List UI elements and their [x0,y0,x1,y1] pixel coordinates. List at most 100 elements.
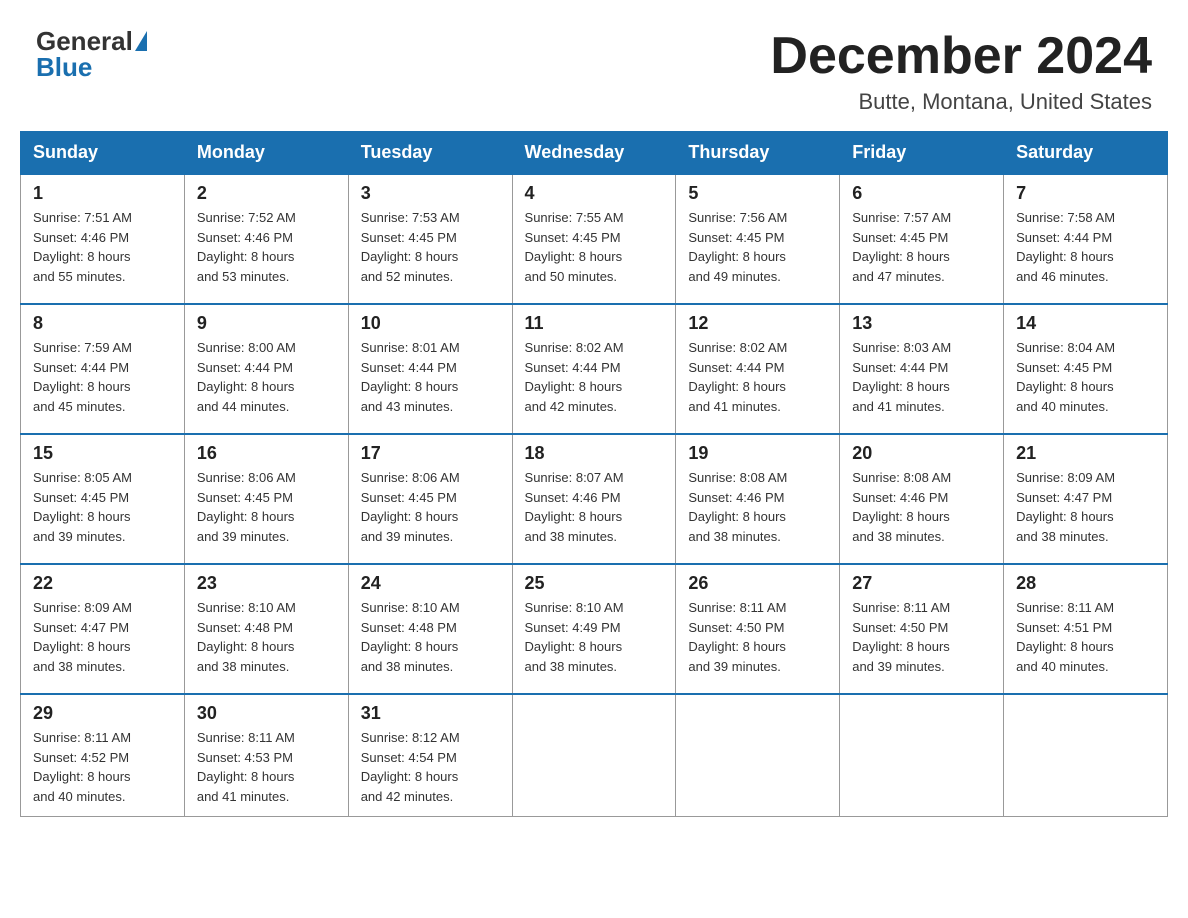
cell-date: 8 [33,313,172,334]
logo-text: General [36,28,149,54]
title-section: December 2024 Butte, Montana, United Sta… [770,28,1152,115]
cell-date: 30 [197,703,336,724]
cell-date: 4 [525,183,664,204]
table-row: 5 Sunrise: 7:56 AM Sunset: 4:45 PM Dayli… [676,174,840,304]
month-title: December 2024 [770,28,1152,85]
table-row [512,694,676,817]
cell-date: 15 [33,443,172,464]
cell-info: Sunrise: 7:56 AM Sunset: 4:45 PM Dayligh… [688,208,827,286]
cell-info: Sunrise: 8:11 AM Sunset: 4:50 PM Dayligh… [688,598,827,676]
cell-info: Sunrise: 7:58 AM Sunset: 4:44 PM Dayligh… [1016,208,1155,286]
logo-triangle-icon [135,31,147,51]
cell-info: Sunrise: 8:02 AM Sunset: 4:44 PM Dayligh… [688,338,827,416]
cell-info: Sunrise: 7:57 AM Sunset: 4:45 PM Dayligh… [852,208,991,286]
cell-info: Sunrise: 7:51 AM Sunset: 4:46 PM Dayligh… [33,208,172,286]
cell-date: 24 [361,573,500,594]
cell-date: 7 [1016,183,1155,204]
table-row [840,694,1004,817]
cell-info: Sunrise: 7:53 AM Sunset: 4:45 PM Dayligh… [361,208,500,286]
location-title: Butte, Montana, United States [770,89,1152,115]
cell-date: 19 [688,443,827,464]
cell-info: Sunrise: 8:11 AM Sunset: 4:52 PM Dayligh… [33,728,172,806]
logo-general-text: General [36,28,133,54]
table-row: 15 Sunrise: 8:05 AM Sunset: 4:45 PM Dayl… [21,434,185,564]
cell-info: Sunrise: 7:59 AM Sunset: 4:44 PM Dayligh… [33,338,172,416]
cell-info: Sunrise: 8:09 AM Sunset: 4:47 PM Dayligh… [33,598,172,676]
logo: General Blue [36,28,149,80]
table-row: 14 Sunrise: 8:04 AM Sunset: 4:45 PM Dayl… [1004,304,1168,434]
header-thursday: Thursday [676,132,840,175]
cell-info: Sunrise: 8:10 AM Sunset: 4:49 PM Dayligh… [525,598,664,676]
table-row: 4 Sunrise: 7:55 AM Sunset: 4:45 PM Dayli… [512,174,676,304]
table-row [1004,694,1168,817]
table-row: 7 Sunrise: 7:58 AM Sunset: 4:44 PM Dayli… [1004,174,1168,304]
cell-date: 16 [197,443,336,464]
table-row: 13 Sunrise: 8:03 AM Sunset: 4:44 PM Dayl… [840,304,1004,434]
table-row [676,694,840,817]
cell-info: Sunrise: 8:04 AM Sunset: 4:45 PM Dayligh… [1016,338,1155,416]
cell-info: Sunrise: 8:08 AM Sunset: 4:46 PM Dayligh… [688,468,827,546]
table-row: 2 Sunrise: 7:52 AM Sunset: 4:46 PM Dayli… [184,174,348,304]
table-row: 10 Sunrise: 8:01 AM Sunset: 4:44 PM Dayl… [348,304,512,434]
cell-date: 10 [361,313,500,334]
cell-info: Sunrise: 7:52 AM Sunset: 4:46 PM Dayligh… [197,208,336,286]
table-row: 23 Sunrise: 8:10 AM Sunset: 4:48 PM Dayl… [184,564,348,694]
cell-info: Sunrise: 7:55 AM Sunset: 4:45 PM Dayligh… [525,208,664,286]
table-row: 19 Sunrise: 8:08 AM Sunset: 4:46 PM Dayl… [676,434,840,564]
cell-info: Sunrise: 8:07 AM Sunset: 4:46 PM Dayligh… [525,468,664,546]
cell-date: 21 [1016,443,1155,464]
table-row: 16 Sunrise: 8:06 AM Sunset: 4:45 PM Dayl… [184,434,348,564]
table-row: 26 Sunrise: 8:11 AM Sunset: 4:50 PM Dayl… [676,564,840,694]
table-row: 1 Sunrise: 7:51 AM Sunset: 4:46 PM Dayli… [21,174,185,304]
table-row: 12 Sunrise: 8:02 AM Sunset: 4:44 PM Dayl… [676,304,840,434]
table-row: 21 Sunrise: 8:09 AM Sunset: 4:47 PM Dayl… [1004,434,1168,564]
calendar-table: Sunday Monday Tuesday Wednesday Thursday… [20,131,1168,817]
table-row: 20 Sunrise: 8:08 AM Sunset: 4:46 PM Dayl… [840,434,1004,564]
cell-info: Sunrise: 8:08 AM Sunset: 4:46 PM Dayligh… [852,468,991,546]
cell-date: 6 [852,183,991,204]
header-saturday: Saturday [1004,132,1168,175]
table-row: 9 Sunrise: 8:00 AM Sunset: 4:44 PM Dayli… [184,304,348,434]
table-row: 18 Sunrise: 8:07 AM Sunset: 4:46 PM Dayl… [512,434,676,564]
table-row: 6 Sunrise: 7:57 AM Sunset: 4:45 PM Dayli… [840,174,1004,304]
cell-info: Sunrise: 8:00 AM Sunset: 4:44 PM Dayligh… [197,338,336,416]
cell-date: 2 [197,183,336,204]
logo-blue-text: Blue [36,54,92,80]
cell-info: Sunrise: 8:11 AM Sunset: 4:51 PM Dayligh… [1016,598,1155,676]
table-row: 22 Sunrise: 8:09 AM Sunset: 4:47 PM Dayl… [21,564,185,694]
header-sunday: Sunday [21,132,185,175]
cell-info: Sunrise: 8:02 AM Sunset: 4:44 PM Dayligh… [525,338,664,416]
cell-date: 18 [525,443,664,464]
cell-date: 23 [197,573,336,594]
table-row: 28 Sunrise: 8:11 AM Sunset: 4:51 PM Dayl… [1004,564,1168,694]
table-row: 31 Sunrise: 8:12 AM Sunset: 4:54 PM Dayl… [348,694,512,817]
table-row: 3 Sunrise: 7:53 AM Sunset: 4:45 PM Dayli… [348,174,512,304]
cell-date: 13 [852,313,991,334]
cell-info: Sunrise: 8:01 AM Sunset: 4:44 PM Dayligh… [361,338,500,416]
cell-info: Sunrise: 8:06 AM Sunset: 4:45 PM Dayligh… [361,468,500,546]
cell-date: 17 [361,443,500,464]
cell-info: Sunrise: 8:10 AM Sunset: 4:48 PM Dayligh… [361,598,500,676]
table-row: 30 Sunrise: 8:11 AM Sunset: 4:53 PM Dayl… [184,694,348,817]
table-row: 24 Sunrise: 8:10 AM Sunset: 4:48 PM Dayl… [348,564,512,694]
calendar-container: Sunday Monday Tuesday Wednesday Thursday… [0,131,1188,837]
table-row: 25 Sunrise: 8:10 AM Sunset: 4:49 PM Dayl… [512,564,676,694]
table-row: 8 Sunrise: 7:59 AM Sunset: 4:44 PM Dayli… [21,304,185,434]
table-row: 17 Sunrise: 8:06 AM Sunset: 4:45 PM Dayl… [348,434,512,564]
header-tuesday: Tuesday [348,132,512,175]
cell-date: 27 [852,573,991,594]
cell-date: 12 [688,313,827,334]
cell-date: 25 [525,573,664,594]
cell-info: Sunrise: 8:03 AM Sunset: 4:44 PM Dayligh… [852,338,991,416]
header-monday: Monday [184,132,348,175]
day-header-row: Sunday Monday Tuesday Wednesday Thursday… [21,132,1168,175]
cell-date: 14 [1016,313,1155,334]
cell-date: 22 [33,573,172,594]
table-row: 27 Sunrise: 8:11 AM Sunset: 4:50 PM Dayl… [840,564,1004,694]
cell-info: Sunrise: 8:05 AM Sunset: 4:45 PM Dayligh… [33,468,172,546]
cell-info: Sunrise: 8:12 AM Sunset: 4:54 PM Dayligh… [361,728,500,806]
table-row: 11 Sunrise: 8:02 AM Sunset: 4:44 PM Dayl… [512,304,676,434]
header-wednesday: Wednesday [512,132,676,175]
page-header: General Blue December 2024 Butte, Montan… [0,0,1188,131]
cell-date: 29 [33,703,172,724]
